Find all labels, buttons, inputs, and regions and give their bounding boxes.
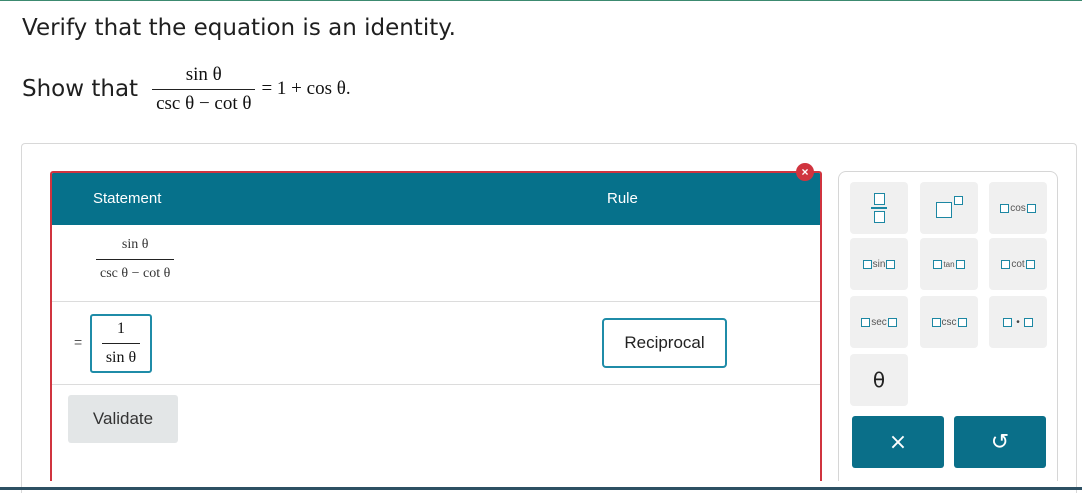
statement-denominator: sin θ bbox=[105, 349, 137, 366]
sec-key[interactable]: sec bbox=[850, 296, 908, 348]
undo-button[interactable]: ↺ bbox=[954, 416, 1046, 468]
statement-numerator: 1 bbox=[117, 320, 125, 337]
show-that-row: Show that sin θ csc θ − cot θ = 1 + cos … bbox=[22, 59, 351, 119]
statement-fraction: 1 sin θ bbox=[101, 320, 141, 367]
math-keypad: cos sin tan cot sec csc • θ × ↺ bbox=[838, 171, 1058, 481]
tan-label: tan bbox=[943, 259, 955, 269]
table-row-step: = 1 sin θ Reciprocal bbox=[52, 303, 820, 385]
header-statement: Statement bbox=[93, 190, 162, 207]
clear-button[interactable]: × bbox=[852, 416, 944, 468]
rule-dropdown[interactable]: Reciprocal bbox=[602, 318, 727, 368]
sec-label: sec bbox=[871, 316, 887, 328]
header-rule: Rule bbox=[607, 190, 638, 207]
multiply-dot-icon: • bbox=[1016, 316, 1020, 328]
theta-key[interactable]: θ bbox=[850, 354, 908, 406]
proof-table: Statement Rule sin θ csc θ − cot θ = 1 s… bbox=[50, 171, 822, 481]
fraction-icon bbox=[871, 193, 887, 223]
error-close-icon[interactable]: × bbox=[796, 163, 814, 181]
sin-key[interactable]: sin bbox=[850, 238, 908, 290]
sin-label: sin bbox=[872, 258, 886, 270]
exponent-key[interactable] bbox=[920, 182, 978, 234]
cot-label: cot bbox=[1011, 258, 1025, 270]
identity-denominator: csc θ − cot θ bbox=[156, 92, 252, 114]
csc-key[interactable]: csc bbox=[920, 296, 978, 348]
exponent-icon bbox=[934, 196, 964, 220]
equals-sign: = bbox=[74, 334, 83, 350]
csc-label: csc bbox=[941, 316, 957, 328]
tan-key[interactable]: tan bbox=[920, 238, 978, 290]
identity-fraction: sin θ csc θ − cot θ bbox=[152, 63, 256, 115]
close-icon: × bbox=[888, 429, 908, 455]
table-header: Statement Rule bbox=[52, 173, 820, 225]
show-that-label: Show that bbox=[22, 76, 139, 102]
start-denominator: csc θ − cot θ bbox=[100, 266, 171, 281]
cos-label: cos bbox=[1010, 202, 1026, 214]
bottom-divider bbox=[0, 487, 1082, 490]
table-row-start: sin θ csc θ − cot θ bbox=[52, 225, 820, 302]
cos-key[interactable]: cos bbox=[989, 182, 1047, 234]
page: Verify that the equation is an identity.… bbox=[0, 0, 1082, 493]
identity-rhs: = 1 + cos θ. bbox=[261, 78, 351, 99]
start-expression: sin θ csc θ − cot θ bbox=[96, 237, 175, 282]
undo-icon: ↺ bbox=[990, 429, 1010, 455]
identity-numerator: sin θ bbox=[185, 63, 222, 85]
fraction-key[interactable] bbox=[850, 182, 908, 234]
validate-button[interactable]: Validate bbox=[68, 395, 178, 443]
instruction-text: Verify that the equation is an identity. bbox=[22, 15, 456, 41]
start-numerator: sin θ bbox=[121, 237, 149, 252]
multiply-key[interactable]: • bbox=[989, 296, 1047, 348]
cot-key[interactable]: cot bbox=[989, 238, 1047, 290]
theta-label: θ bbox=[872, 368, 886, 392]
statement-input[interactable]: 1 sin θ bbox=[90, 314, 152, 373]
